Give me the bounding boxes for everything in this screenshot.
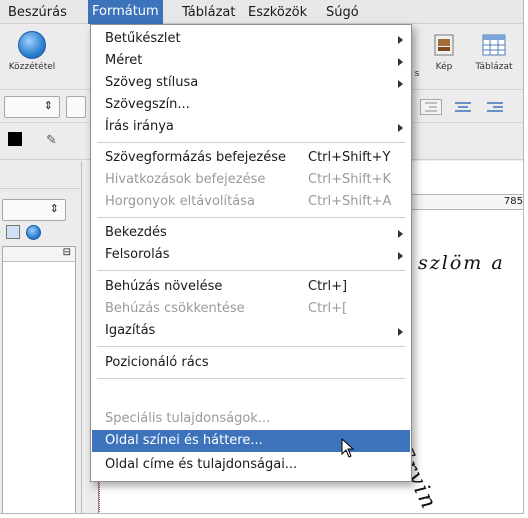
site-edit-icon[interactable] <box>6 225 20 239</box>
menu-item-oldal-cime-es-tulajdonsagai[interactable]: Oldal címe és tulajdonságai... <box>92 454 410 476</box>
menu-item-specialis-tulajdonsagok[interactable]: Speciális tulajdonságok... <box>92 408 410 430</box>
menu-beszuras[interactable]: Beszúrás <box>4 3 71 22</box>
align-right-button[interactable] <box>484 99 506 115</box>
submenu-arrow-icon <box>398 36 403 44</box>
list-header: ⊟ <box>3 247 75 262</box>
submenu-arrow-icon <box>398 80 403 88</box>
site-file-list[interactable]: ⊟ <box>2 246 76 513</box>
updown-arrows-icon: ⇕ <box>43 99 53 112</box>
menu-item-szoveg-stilusa[interactable]: Szöveg stílusa <box>92 72 410 94</box>
indent-icon <box>425 102 437 112</box>
site-manager-pane: ⇕ ⊟ <box>0 161 82 513</box>
image-icon <box>430 31 458 59</box>
site-publish-icon[interactable] <box>26 225 41 240</box>
menu-separator <box>97 142 405 143</box>
menu-separator <box>97 346 405 347</box>
menu-tablazat[interactable]: Táblázat <box>178 3 239 22</box>
menu-item-pozicionalo-racs[interactable]: Pozicionáló rács <box>92 352 410 374</box>
submenu-arrow-icon <box>398 58 403 66</box>
mouse-cursor-icon <box>341 438 355 458</box>
columns-icon[interactable]: ⊟ <box>63 247 71 258</box>
submenu-arrow-icon <box>398 230 403 238</box>
menu-item-horgonyok-eltavolitasa[interactable]: Horgonyok eltávolítása Ctrl+Shift+A <box>92 191 410 213</box>
align-center-icon <box>455 102 471 112</box>
table-icon <box>480 31 508 59</box>
composer-window: Beszúrás Formátum Táblázat Eszközök Súgó… <box>0 0 524 514</box>
text-color-button[interactable] <box>8 132 30 154</box>
font-select[interactable] <box>66 96 86 118</box>
menu-item-felsorolas[interactable]: Felsorolás <box>92 244 410 266</box>
menubar: Beszúrás Formátum Táblázat Eszközök Súgó <box>0 0 523 24</box>
menu-separator <box>97 217 405 218</box>
menu-item-betukeszlet[interactable]: Betűkészlet <box>92 28 410 50</box>
shortcut-label: Ctrl+] <box>308 279 348 294</box>
handwritten-text-1: szlöm a <box>418 252 505 274</box>
image-label: Kép <box>435 62 453 72</box>
site-select[interactable]: ⇕ <box>2 199 66 221</box>
menu-item-igazitas[interactable]: Igazítás <box>92 320 410 342</box>
shortcut-label: Ctrl+Shift+A <box>308 194 392 209</box>
pane-header <box>0 161 80 189</box>
menu-item-behuzas-novelese[interactable]: Behúzás növelése Ctrl+] <box>92 276 410 298</box>
image-button[interactable]: Kép <box>426 31 462 72</box>
format-menu: Betűkészlet Méret Szöveg stílusa Szövegs… <box>90 24 412 482</box>
align-center-button[interactable] <box>452 99 474 115</box>
menu-eszkozok[interactable]: Eszközök <box>244 3 311 22</box>
menu-separator <box>97 270 405 271</box>
updown-arrows-icon: ⇕ <box>49 202 59 215</box>
shortcut-label: Ctrl+Shift+K <box>308 172 391 187</box>
menu-item-iras-iranya[interactable]: Írás iránya <box>92 116 410 138</box>
publish-button[interactable]: Közzététel <box>4 31 60 72</box>
publish-icon <box>18 31 46 59</box>
menu-separator <box>97 378 405 379</box>
submenu-arrow-icon <box>398 252 403 260</box>
shortcut-label: Ctrl+[ <box>308 301 348 316</box>
pencil-icon[interactable]: ✎ <box>46 133 57 148</box>
publish-label: Közzététel <box>8 62 56 72</box>
foreground-color-swatch <box>8 132 22 146</box>
table-button[interactable]: Táblázat <box>470 31 518 72</box>
menu-formatum[interactable]: Formátum <box>88 0 163 24</box>
submenu-arrow-icon <box>398 328 403 336</box>
ruler-value: 785 <box>503 196 523 207</box>
menu-sugo[interactable]: Súgó <box>322 3 363 22</box>
indent-button[interactable] <box>420 99 442 115</box>
menu-item-hivatkozasok-befejezese[interactable]: Hivatkozások befejezése Ctrl+Shift+K <box>92 169 410 191</box>
menu-item-meret[interactable]: Méret <box>92 50 410 72</box>
menu-item-szovegszin[interactable]: Szövegszín... <box>92 94 410 116</box>
shortcut-label: Ctrl+Shift+Y <box>308 150 391 165</box>
table-label: Táblázat <box>475 62 513 72</box>
submenu-arrow-icon <box>398 124 403 132</box>
paragraph-style-select[interactable]: ⇕ <box>4 96 60 118</box>
menu-item-bekezdes[interactable]: Bekezdés <box>92 222 410 244</box>
align-right-icon <box>487 102 503 112</box>
menu-item-behuzas-csokkentese[interactable]: Behúzás csökkentése Ctrl+[ <box>92 298 410 320</box>
toolbar-partial-label: s <box>414 69 420 79</box>
menu-item-szovegformazas-befejezese[interactable]: Szövegformázás befejezése Ctrl+Shift+Y <box>92 147 410 169</box>
menu-item-oldal-szinei-es-hattere[interactable]: Oldal színei és háttere... <box>92 430 410 452</box>
